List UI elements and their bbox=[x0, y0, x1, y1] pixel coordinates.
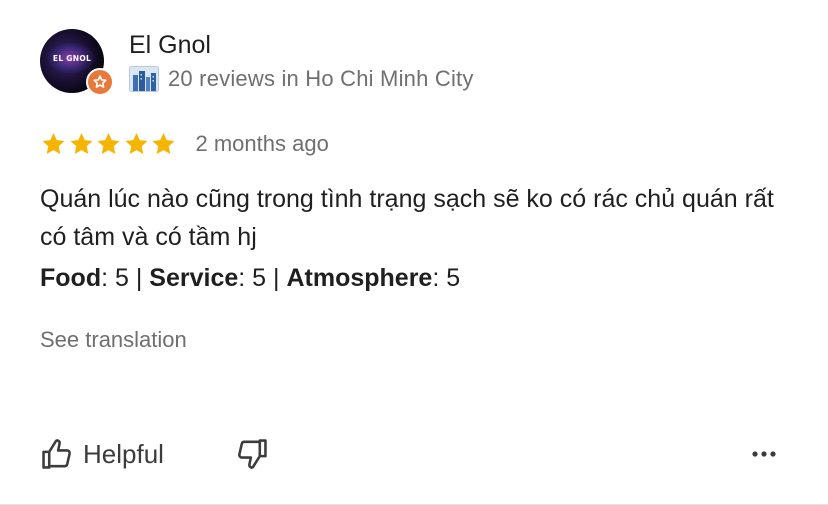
city-buildings-icon bbox=[129, 66, 159, 92]
sub-rating-value: 5 bbox=[252, 264, 267, 292]
sub-rating-separator: | bbox=[128, 264, 150, 292]
see-translation-link[interactable]: See translation bbox=[40, 327, 187, 353]
sub-rating-value: 5 bbox=[446, 264, 461, 292]
reviewer-name[interactable]: El Gnol bbox=[129, 31, 211, 60]
more-options-button[interactable] bbox=[744, 438, 784, 470]
star-icon bbox=[93, 75, 107, 88]
star-rating bbox=[40, 131, 178, 157]
sub-rating-label: Atmosphere bbox=[286, 264, 433, 292]
rating-row: 2 months ago bbox=[40, 129, 329, 159]
not-helpful-button[interactable] bbox=[232, 434, 272, 474]
helpful-button[interactable]: Helpful bbox=[40, 434, 164, 474]
sub-rating-label: Food bbox=[40, 264, 102, 292]
reviewer-stats: 20 reviews in Ho Chi Minh City bbox=[168, 66, 474, 91]
star-icon bbox=[124, 132, 148, 154]
review-card: EL GNOL El Gnol 20 reviews in Ho Chi Min… bbox=[0, 0, 828, 505]
star-icon bbox=[152, 132, 175, 154]
thumb-up-icon bbox=[42, 439, 71, 469]
avatar-text: EL GNOL bbox=[52, 54, 92, 63]
sub-rating-value: 5 bbox=[115, 264, 129, 292]
local-guide-badge bbox=[86, 68, 114, 96]
sub-rating-separator: | bbox=[266, 264, 287, 292]
thumb-down-icon bbox=[238, 439, 267, 469]
reviewer-meta: 20 reviews in Ho Chi Minh City bbox=[129, 64, 474, 94]
more-horizontal-icon bbox=[752, 451, 776, 457]
helpful-label: Helpful bbox=[83, 438, 164, 469]
review-text: Quán lúc nào cũng trong tình trạng sạch … bbox=[40, 185, 774, 251]
sub-rating-label: Service bbox=[149, 264, 239, 292]
review-date: 2 months ago bbox=[195, 131, 329, 156]
star-icon bbox=[69, 132, 93, 154]
star-icon bbox=[42, 132, 65, 154]
star-icon bbox=[97, 132, 120, 154]
sub-ratings: Food: 5 | Service: 5 | Atmosphere: 5 bbox=[40, 264, 461, 292]
